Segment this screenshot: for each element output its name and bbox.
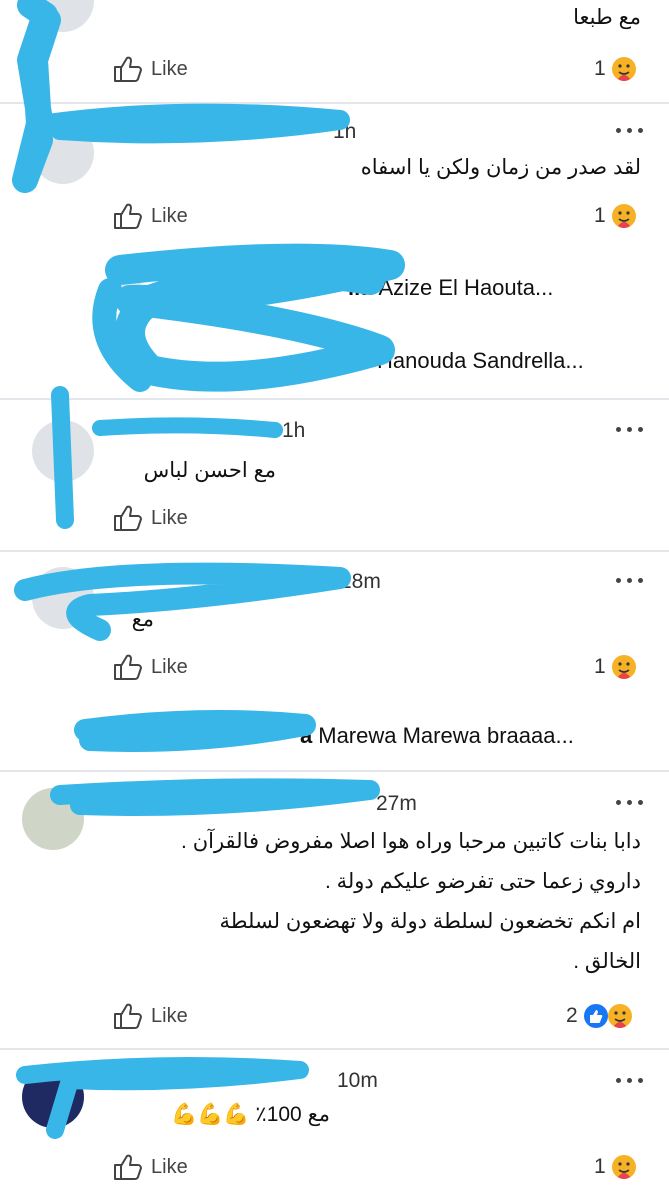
- reactions-summary[interactable]: 2: [566, 1001, 634, 1031]
- reply-thread-row[interactable]: uta Hanouda Sandrella...: [112, 343, 584, 379]
- comment-text: لقد صدر من زمان ولكن يا اسفاه: [360, 156, 641, 179]
- avatar[interactable]: [22, 1066, 84, 1128]
- more-options-icon[interactable]: [616, 578, 644, 586]
- divider: [0, 1048, 669, 1050]
- reaction-count: 1: [594, 57, 606, 80]
- reply-thread-row[interactable]: a Marewa Marewa braaaa...: [112, 718, 574, 754]
- reactions-summary[interactable]: 1: [594, 54, 638, 84]
- reply-thread-row[interactable]: lla Azize El Haouta...: [112, 270, 553, 306]
- comment-line: ام انكم تخضعون لسلطة دولة ولا تهضعون لسل…: [219, 910, 642, 933]
- comment-time: 10m: [337, 1069, 378, 1092]
- thumbs-up-icon: [114, 56, 142, 82]
- divider: [0, 550, 669, 552]
- like-label: Like: [151, 506, 188, 529]
- reactions-summary[interactable]: 1: [594, 201, 638, 231]
- like-label: Like: [151, 1004, 188, 1027]
- care-reaction-icon: [611, 655, 636, 679]
- comment-text: مع احسن لباس: [143, 459, 276, 482]
- comment-text: مع: [131, 608, 154, 631]
- avatar[interactable]: [32, 567, 94, 629]
- reaction-count: 1: [594, 655, 606, 678]
- more-options-icon[interactable]: [616, 128, 644, 136]
- care-reaction-icon: [607, 1004, 632, 1028]
- reactions-summary[interactable]: 1: [594, 652, 638, 682]
- comment-time: 1h: [333, 120, 357, 143]
- comment-time: 27m: [376, 792, 417, 815]
- comment-text: دابا بنات كاتبين مرحبا وراه هوا اصلا مفر…: [100, 822, 641, 982]
- reaction-count: 1: [594, 204, 606, 227]
- thumbs-up-icon: [114, 1003, 142, 1029]
- like-label: Like: [151, 204, 188, 227]
- comment-line: داروي زعما حتى تفرضو عليكم دولة .: [324, 870, 641, 893]
- like-button[interactable]: Like: [113, 1001, 188, 1031]
- more-options-icon[interactable]: [616, 1078, 644, 1086]
- divider: [0, 102, 669, 104]
- avatar[interactable]: [32, 420, 94, 482]
- avatar[interactable]: [22, 788, 84, 850]
- like-button[interactable]: Like: [113, 1152, 188, 1182]
- like-button[interactable]: Like: [113, 652, 188, 682]
- more-options-icon[interactable]: [616, 427, 644, 435]
- divider: [0, 398, 669, 400]
- more-options-icon[interactable]: [616, 800, 644, 808]
- reply-author: uta: [338, 348, 371, 373]
- thumbs-up-icon: [114, 203, 142, 229]
- comment-time: 28m: [340, 570, 381, 593]
- reaction-count: 1: [594, 1155, 606, 1178]
- reply-preview: Marewa Marewa braaaa...: [318, 723, 574, 748]
- divider: [0, 770, 669, 772]
- thumbs-up-icon: [114, 1154, 142, 1180]
- reply-preview: Hanouda Sandrella...: [377, 348, 584, 373]
- comment-time: 1h: [282, 419, 306, 442]
- avatar[interactable]: [32, 122, 94, 184]
- like-button[interactable]: Like: [113, 201, 188, 231]
- comment-text: مع طبعا: [573, 6, 641, 29]
- thumbs-up-icon: [114, 654, 142, 680]
- like-button[interactable]: Like: [113, 54, 188, 84]
- like-label: Like: [151, 1155, 188, 1178]
- comment-line: دابا بنات كاتبين مرحبا وراه هوا اصلا مفر…: [181, 830, 641, 853]
- comment-text: مع 100٪ 💪💪💪: [171, 1103, 330, 1126]
- care-reaction-icon: [611, 204, 636, 228]
- care-reaction-icon: [611, 57, 636, 81]
- reply-avatar: [112, 721, 142, 751]
- thumbs-up-icon: [114, 505, 142, 531]
- care-reaction-icon: [611, 1155, 636, 1179]
- reply-avatar: [112, 273, 142, 303]
- reaction-count: 2: [566, 1004, 578, 1027]
- like-button[interactable]: Like: [113, 503, 188, 533]
- reactions-summary[interactable]: 1: [594, 1152, 638, 1182]
- reply-avatar: [112, 346, 142, 376]
- reply-preview: Azize El Haouta...: [378, 275, 554, 300]
- avatar[interactable]: [32, 0, 94, 32]
- like-label: Like: [151, 655, 188, 678]
- comment-line: الخالق .: [573, 950, 641, 973]
- like-label: Like: [151, 57, 188, 80]
- reply-author: a: [300, 723, 313, 748]
- reply-author: lla: [348, 275, 373, 300]
